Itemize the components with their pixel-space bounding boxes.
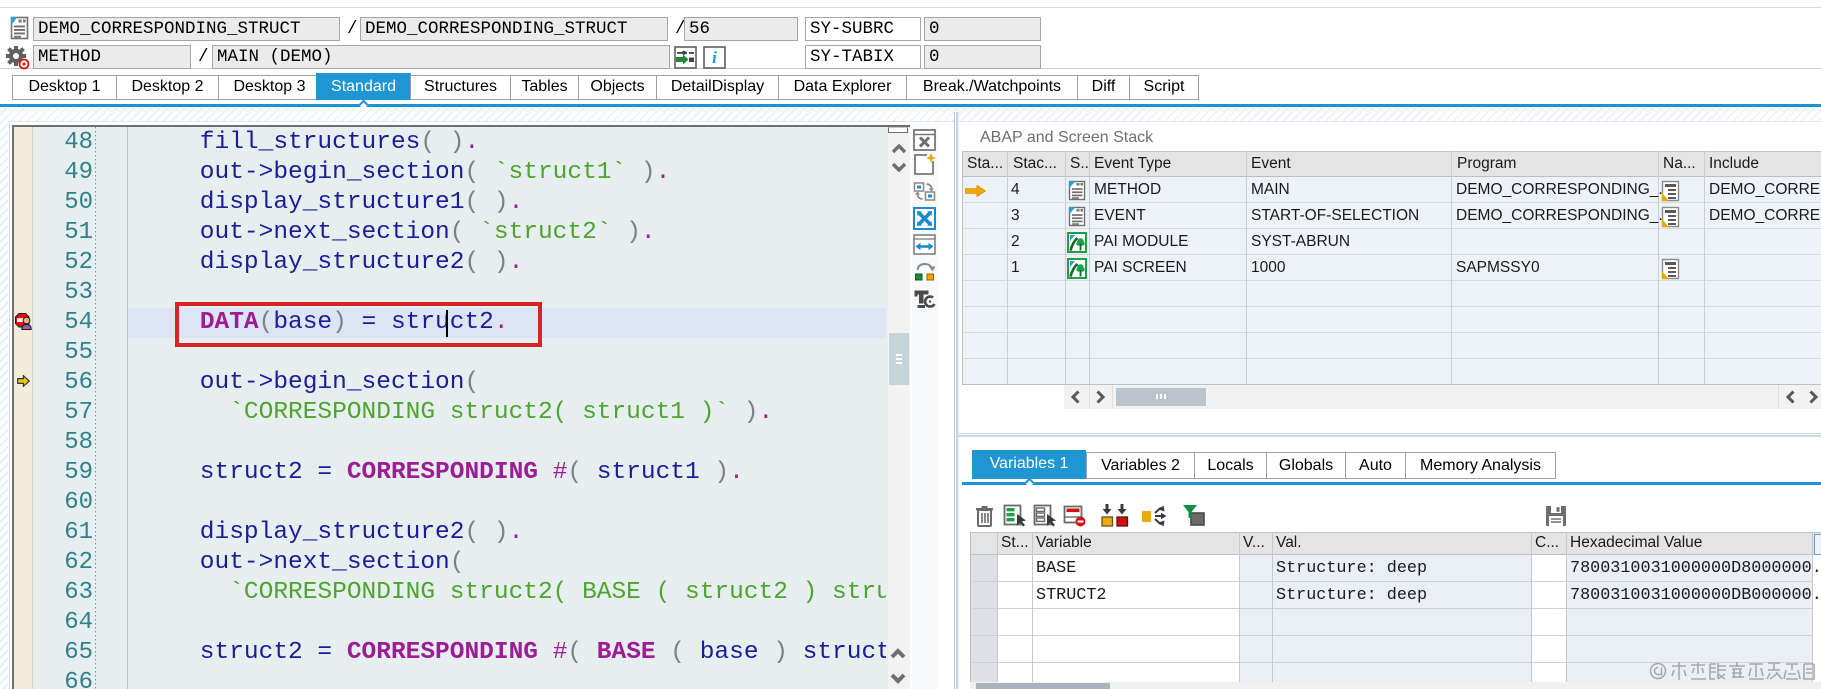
svg-text:i: i (712, 48, 717, 67)
